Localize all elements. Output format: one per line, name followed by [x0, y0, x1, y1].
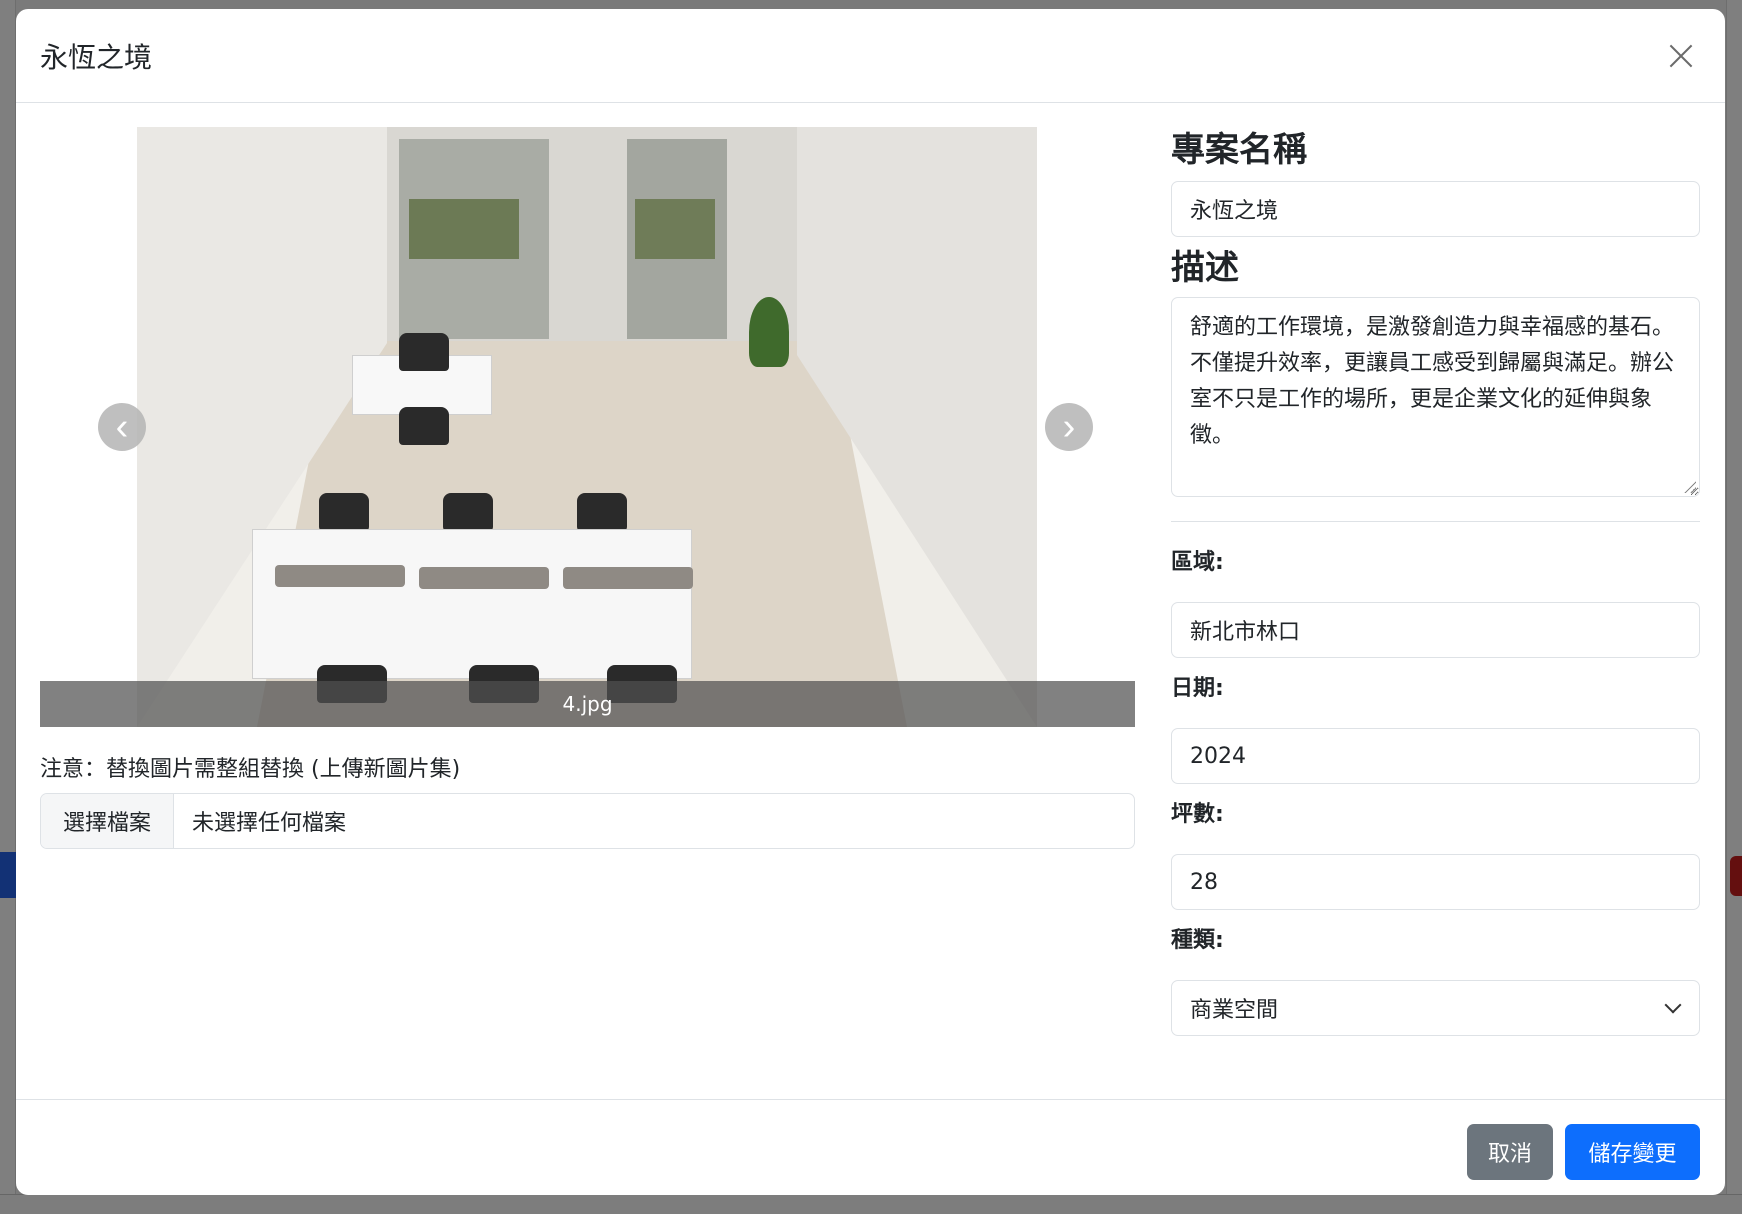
chevron-down-icon: [1664, 996, 1682, 1014]
upload-note: 注意：替換圖片需整組替換 (上傳新圖片集): [40, 757, 461, 782]
date-input[interactable]: [1171, 728, 1700, 784]
photo-plant: [749, 297, 789, 367]
photo-desk-divider: [275, 565, 405, 587]
project-name-label: 專案名稱: [1171, 130, 1307, 170]
image-carousel: 4.jpg ‹ ›: [40, 127, 1135, 727]
photo-chair: [399, 333, 449, 371]
photo-chair: [319, 493, 369, 531]
modal-body: 4.jpg ‹ › 注意：替換圖片需整組替換 (上傳新圖片集) 選擇檔案 未選擇…: [16, 103, 1725, 1099]
carousel-caption-text: 4.jpg: [562, 692, 613, 716]
type-select-value: 商業空間: [1190, 998, 1279, 1023]
description-label: 描述: [1171, 248, 1239, 288]
description-textarea[interactable]: 舒適的工作環境，是激發創造力與幸福感的基石。不僅提升效率，更讓員工感受到歸屬與滿…: [1171, 297, 1700, 497]
resize-handle-icon[interactable]: [1684, 481, 1696, 493]
photo-chair: [443, 493, 493, 531]
photo-chair: [577, 493, 627, 531]
cancel-button[interactable]: 取消: [1467, 1124, 1553, 1180]
modal-header: 永恆之境: [16, 9, 1725, 103]
photo-planter-left: [409, 199, 519, 259]
type-select[interactable]: 商業空間: [1171, 980, 1700, 1036]
close-icon[interactable]: [1661, 36, 1701, 76]
photo-desk-divider: [419, 567, 549, 589]
choose-file-button[interactable]: 選擇檔案: [41, 794, 174, 848]
type-label: 種類:: [1171, 928, 1224, 953]
region-label: 區域:: [1171, 550, 1224, 575]
photo-planter-right: [635, 199, 715, 259]
area-label: 坪數:: [1171, 802, 1224, 827]
photo-large-desk: [252, 529, 692, 679]
chevron-right-icon[interactable]: ›: [1045, 403, 1093, 451]
modal-footer: 取消 儲存變更: [16, 1099, 1725, 1195]
project-form: 專案名稱 描述 舒適的工作環境，是激發創造力與幸福感的基石。不僅提升效率，更讓員…: [1171, 127, 1700, 1036]
file-status: 未選擇任何檔案: [192, 811, 347, 836]
chevron-left-icon[interactable]: ‹: [98, 403, 146, 451]
save-changes-button[interactable]: 儲存變更: [1565, 1124, 1700, 1180]
form-divider: [1171, 521, 1700, 522]
description-text: 舒適的工作環境，是激發創造力與幸福感的基石。不僅提升效率，更讓員工感受到歸屬與滿…: [1190, 315, 1675, 448]
project-name-input[interactable]: [1171, 181, 1700, 237]
carousel-photo: [137, 127, 1037, 727]
carousel-caption: 4.jpg: [40, 681, 1135, 727]
photo-desk-divider: [563, 567, 693, 589]
area-input[interactable]: [1171, 854, 1700, 910]
modal-title: 永恆之境: [40, 40, 153, 74]
file-input[interactable]: 選擇檔案 未選擇任何檔案: [40, 793, 1135, 849]
date-label: 日期:: [1171, 676, 1224, 701]
edit-project-modal: 永恆之境 4.jpg ‹ › 注意：替換圖片需整組替換 (上傳新圖片集) 選擇檔…: [16, 9, 1725, 1195]
photo-chair: [399, 407, 449, 445]
region-input[interactable]: [1171, 602, 1700, 658]
